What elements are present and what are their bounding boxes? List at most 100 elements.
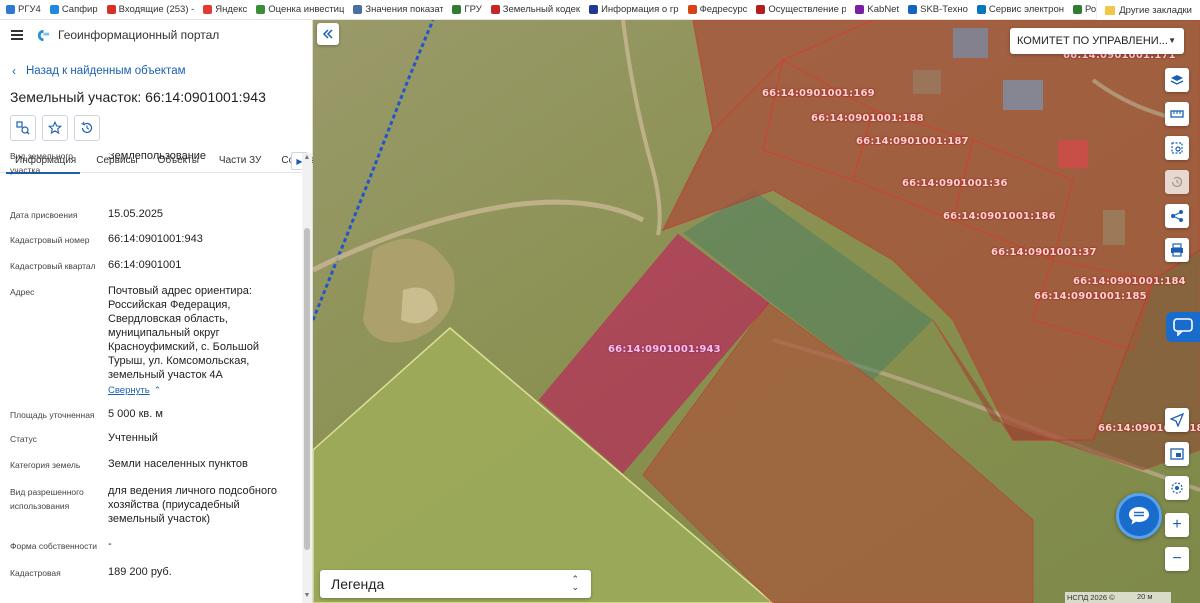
bookmarks-bar: РГУ4 Сапфир Входящие (253) - Яндекс Оценка и… bbox=[0, 0, 1200, 20]
satellite-imagery bbox=[313, 20, 1200, 603]
menu-icon[interactable] bbox=[11, 30, 23, 40]
zoom-out-button[interactable]: − bbox=[1165, 547, 1189, 571]
bookmark-item[interactable]: SKB-Техно bbox=[908, 4, 968, 15]
history-map-button[interactable] bbox=[1165, 170, 1189, 194]
bookmark-favicon-icon bbox=[106, 5, 116, 14]
parcel-label[interactable]: 66:14:0901001:187 bbox=[856, 136, 969, 147]
select-area-icon bbox=[1171, 142, 1183, 154]
attr-value: 15.05.2025 bbox=[108, 208, 164, 220]
attr-value: Землепользование bbox=[108, 153, 207, 162]
attr-label: Площадь уточненная bbox=[10, 410, 95, 420]
bookmark-item[interactable]: Сервис электрон bbox=[976, 4, 1064, 15]
bookmark-item[interactable]: Значения показат bbox=[353, 4, 443, 15]
address-text: Почтовый адрес ориентира: Российская Фед… bbox=[108, 285, 260, 381]
select-area-button[interactable] bbox=[1165, 136, 1189, 160]
layers-button[interactable] bbox=[1165, 68, 1189, 92]
parcel-label[interactable]: 66:14:0901001:185 bbox=[1034, 291, 1147, 302]
double-chevron-left-icon bbox=[322, 29, 333, 39]
parcel-label[interactable]: 66:14:0901001:184 bbox=[1073, 276, 1186, 287]
zoom-to-object-button[interactable] bbox=[1165, 476, 1189, 500]
bookmark-label: KabNet bbox=[867, 4, 900, 15]
attr-label: Вид земельного участка bbox=[10, 153, 74, 175]
scroll-up-arrow-icon[interactable]: ▲ bbox=[302, 153, 312, 163]
legend-panel-toggle[interactable]: Легенда ⌃ ⌄ bbox=[320, 570, 591, 598]
zoom-in-button[interactable]: + bbox=[1165, 513, 1189, 537]
minimap-button[interactable] bbox=[1165, 442, 1189, 466]
bookmark-favicon-icon bbox=[687, 5, 697, 14]
chevron-left-icon: ‹ bbox=[12, 64, 16, 78]
show-on-map-button[interactable] bbox=[10, 115, 36, 141]
collapse-panel-button[interactable] bbox=[317, 23, 339, 45]
selected-parcel-label[interactable]: 66:14:0901001:943 bbox=[608, 344, 721, 355]
legend-label: Легенда bbox=[331, 576, 385, 592]
locate-me-button[interactable] bbox=[1165, 408, 1189, 432]
attr-label: Кадастровый квартал bbox=[10, 261, 96, 271]
bookmark-favicon-icon bbox=[353, 5, 363, 14]
panel-scrollbar-thumb[interactable] bbox=[304, 228, 310, 550]
minimap-icon bbox=[1170, 448, 1184, 460]
bookmark-label: ГРУ bbox=[464, 4, 482, 15]
other-bookmarks-label: Другие закладки bbox=[1119, 4, 1192, 16]
zoom-controls: + − bbox=[1165, 513, 1189, 571]
parcel-label[interactable]: 66:14:0901001:36 bbox=[902, 178, 1008, 189]
attr-label: Вид разрешенного использования bbox=[10, 487, 84, 511]
other-bookmarks-folder[interactable]: Другие закладки bbox=[1096, 0, 1200, 20]
layers-icon bbox=[1170, 75, 1184, 85]
bookmark-item[interactable]: Яндекс bbox=[203, 4, 247, 15]
back-link-label: Назад к найденным объектам bbox=[26, 65, 186, 77]
parcel-label[interactable]: 66:14:0901001:169 bbox=[762, 88, 875, 99]
bookmark-label: Входящие (253) - bbox=[118, 4, 195, 15]
print-button[interactable] bbox=[1165, 238, 1189, 262]
map-scale-label: 20 м bbox=[1137, 592, 1153, 601]
folder-icon bbox=[1105, 5, 1116, 15]
bookmark-item[interactable]: Федресурс bbox=[687, 4, 747, 15]
bookmark-item[interactable]: Информация о гр bbox=[589, 4, 679, 15]
expand-collapse-icon: ⌃ ⌄ bbox=[571, 574, 579, 592]
bookmark-label: Значения показат bbox=[365, 4, 444, 15]
map-view[interactable]: 66:14:0901001:171 66:14:0901001:169 66:1… bbox=[313, 20, 1200, 603]
attr-value: 189 200 руб. bbox=[108, 566, 172, 578]
chat-bubble-icon bbox=[1173, 318, 1193, 336]
back-to-results-link[interactable]: ‹ Назад к найденным объектам bbox=[12, 64, 186, 78]
bookmark-item[interactable]: Входящие (253) - bbox=[106, 4, 195, 15]
ruler-button[interactable] bbox=[1165, 102, 1189, 126]
parcel-label[interactable]: 66:14:0901001:186 bbox=[943, 211, 1056, 222]
chevron-up-icon[interactable]: ⌃ bbox=[154, 385, 162, 395]
attr-label: Кадастровая стоимость bbox=[10, 568, 61, 583]
collapse-link[interactable]: Свернуть bbox=[108, 384, 150, 398]
bookmark-favicon-icon bbox=[490, 5, 500, 14]
object-actions bbox=[10, 115, 100, 141]
share-icon bbox=[1171, 210, 1183, 222]
parcel-label[interactable]: 66:14:0901001:37 bbox=[991, 247, 1097, 258]
portal-logo-icon bbox=[37, 29, 50, 41]
attr-value: Земли населенных пунктов bbox=[108, 458, 248, 470]
bookmark-item[interactable]: Оценка инвестиц bbox=[256, 4, 344, 15]
parcel-label[interactable]: 66:14:0901001:188 bbox=[811, 113, 924, 124]
support-chat-tab[interactable] bbox=[1166, 312, 1200, 342]
bookmark-item[interactable]: Земельный кодек bbox=[490, 4, 580, 15]
bookmark-favicon-icon bbox=[756, 5, 766, 14]
favorite-button[interactable] bbox=[42, 115, 68, 141]
attr-value: 66:14:0901001:943 bbox=[108, 233, 203, 245]
ruler-icon bbox=[1170, 110, 1184, 118]
bookmark-item[interactable]: Осуществление р bbox=[756, 4, 846, 15]
bookmark-item[interactable]: KabNet bbox=[855, 4, 899, 15]
printer-icon bbox=[1171, 243, 1183, 257]
app-title: Геоинформационный портал bbox=[58, 28, 220, 42]
bookmark-label: Оценка инвестиц bbox=[268, 4, 345, 15]
bookmark-item[interactable]: Сапфир bbox=[49, 4, 98, 15]
bookmark-label: Осуществление р bbox=[768, 4, 847, 15]
history-icon bbox=[1171, 176, 1183, 188]
bookmark-item[interactable]: РГУ4 bbox=[6, 4, 41, 15]
bookmark-favicon-icon bbox=[589, 5, 599, 14]
scroll-down-arrow-icon[interactable]: ▼ bbox=[302, 591, 312, 601]
attr-label: Дата присвоения bbox=[10, 210, 78, 220]
bookmark-label: Сервис электрон bbox=[988, 4, 1064, 15]
organization-select[interactable]: КОМИТЕТ ПО УПРАВЛЕНИ... ▼ bbox=[1010, 28, 1184, 54]
history-button[interactable] bbox=[74, 115, 100, 141]
assistant-chat-button[interactable] bbox=[1116, 493, 1162, 539]
share-button[interactable] bbox=[1165, 204, 1189, 228]
attr-value: 66:14:0901001 bbox=[108, 259, 182, 271]
attr-value: Учтенный bbox=[108, 432, 158, 444]
bookmark-item[interactable]: ГРУ bbox=[452, 4, 482, 15]
